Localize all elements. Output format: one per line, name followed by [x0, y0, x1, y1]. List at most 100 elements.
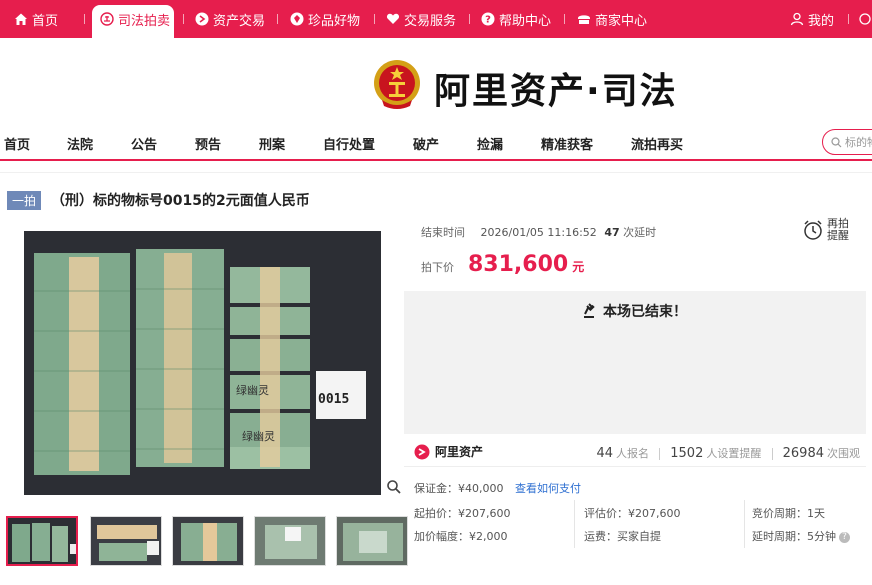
nav-home-label: 首页: [32, 13, 59, 29]
court-icon: [100, 12, 114, 26]
subnav-item-relist[interactable]: 流拍再买: [631, 134, 683, 153]
relist-remind-button[interactable]: 再拍 提醒: [802, 218, 849, 242]
main-photo[interactable]: 0015 绿幽灵 绿幽灵: [6, 229, 404, 497]
seller-brand[interactable]: 阿里资产: [414, 443, 483, 460]
start-price: 起拍价：¥207,600: [414, 507, 511, 520]
thumbnail-5[interactable]: [336, 516, 408, 566]
photo-note-2: 绿幽灵: [242, 429, 275, 443]
signup-count: 44: [596, 446, 613, 461]
stat-counters: 44 人报名 1502 人设置提醒 26984 次围观: [596, 445, 860, 461]
alarm-clock-icon: [804, 220, 822, 240]
end-time-value: 2026/01/05 11:16:52: [480, 226, 597, 239]
heart-icon: [386, 13, 400, 24]
thumbnail-image: [337, 517, 407, 565]
end-time-label: 结束时间: [421, 226, 465, 239]
thumbnail-image: [91, 517, 161, 565]
asset-icon: [195, 12, 209, 26]
divider: [0, 172, 872, 173]
listing-title-row: 一拍 （刑）标的物标号0015的2元面值人民币: [7, 190, 310, 210]
payment-help-link[interactable]: 查看如何支付: [515, 482, 581, 495]
nav-more-icon[interactable]: [858, 0, 872, 38]
stats-row: 阿里资产 44 人报名 1502 人设置提醒 26984 次围观: [404, 437, 866, 467]
thumbnail-4[interactable]: [254, 516, 326, 566]
search-input[interactable]: 标的物: [822, 129, 872, 155]
nav-service[interactable]: 交易服务: [386, 0, 456, 38]
nav-my-account[interactable]: 我的: [790, 0, 834, 38]
court-emblem-icon: [374, 60, 420, 109]
help-icon: ?: [481, 12, 495, 26]
nav-my-label: 我的: [808, 13, 835, 29]
gem-icon: [290, 12, 304, 26]
subnav-item-bargain[interactable]: 捡漏: [477, 134, 503, 153]
nav-service-label: 交易服务: [404, 13, 457, 29]
column-divider: [574, 500, 575, 548]
banknote-photo: 0015 绿幽灵 绿幽灵: [24, 231, 381, 495]
nav-asset-label: 资产交易: [213, 13, 266, 29]
delay-cycle: 延时周期：5分钟: [752, 530, 836, 543]
search-placeholder: 标的物: [845, 136, 872, 149]
subnav-item-court[interactable]: 法院: [67, 134, 93, 153]
view-count: 26984: [782, 446, 824, 461]
final-price: 831,600: [468, 252, 569, 277]
ali-asset-logo-icon: [414, 444, 430, 459]
subnav-item-notice[interactable]: 公告: [131, 134, 157, 153]
delay-count: 47: [604, 226, 620, 239]
subnav-item-home[interactable]: 首页: [4, 134, 30, 153]
nav-separator: [183, 14, 184, 24]
subnav-item-customer[interactable]: 精准获客: [541, 134, 593, 153]
nav-separator: [848, 14, 849, 24]
thumbnail-1[interactable]: [6, 516, 78, 566]
thumbnail-image: [8, 518, 76, 564]
merchant-icon: [578, 15, 590, 24]
thumbnail-2[interactable]: [90, 516, 162, 566]
zoom-icon[interactable]: [386, 479, 402, 495]
nav-separator: [374, 14, 375, 24]
deposit-row: 保证金：¥40,000 查看如何支付: [414, 480, 581, 496]
listing-title: （刑）标的物标号0015的2元面值人民币: [51, 193, 310, 209]
nav-help-label: 帮助中心: [499, 13, 552, 29]
final-price-row: 拍下价 831,600 元: [421, 252, 584, 277]
photo-card-number: 0015: [318, 392, 349, 407]
deposit-value: 保证金：¥40,000: [414, 482, 504, 495]
subnav-item-bankruptcy[interactable]: 破产: [413, 134, 439, 153]
search-icon: [831, 136, 842, 147]
photo-note-1: 绿幽灵: [236, 383, 269, 397]
site-logo-text[interactable]: 阿里资产·司法: [434, 62, 678, 114]
view-label: 次围观: [827, 447, 860, 460]
price-label: 拍下价: [421, 261, 454, 274]
remind-line-2: 提醒: [827, 229, 849, 242]
nav-merchant[interactable]: 商家中心: [577, 0, 647, 38]
thumbnail-3[interactable]: [172, 516, 244, 566]
auction-ended-message: 本场已结束！: [582, 301, 687, 321]
delay-cycle-row: 延时周期：5分钟?: [752, 528, 850, 544]
user-icon: [790, 12, 804, 26]
thumbnail-image: [255, 517, 325, 565]
nav-asset[interactable]: 资产交易: [195, 0, 265, 38]
nav-judicial-label: 司法拍卖: [118, 13, 171, 29]
column-divider: [744, 500, 745, 548]
banknote-illustration: 0015 绿幽灵 绿幽灵: [24, 231, 381, 495]
nav-tab-judicial-active[interactable]: 司法拍卖: [92, 5, 174, 38]
subnav-item-criminal[interactable]: 刑案: [259, 134, 285, 153]
nav-judicial[interactable]: 司法拍卖: [100, 0, 170, 38]
auction-round-badge: 一拍: [7, 190, 42, 210]
subnav-item-preview[interactable]: 预告: [195, 134, 221, 153]
svg-text:?: ?: [485, 15, 491, 26]
price-unit: 元: [572, 260, 585, 274]
appraisal-price: 评估价：¥207,600: [584, 507, 681, 520]
brand-name: 阿里资产: [435, 445, 484, 459]
signup-label: 人报名: [615, 447, 649, 460]
nav-separator: [564, 14, 565, 24]
bid-cycle: 竞价周期：1天: [752, 507, 825, 520]
nav-home[interactable]: 首页: [14, 0, 58, 38]
nav-merchant-label: 商家中心: [595, 13, 648, 29]
subnav-item-self-disposal[interactable]: 自行处置: [323, 134, 375, 153]
nav-separator: [277, 14, 278, 24]
nav-gems[interactable]: 珍品好物: [290, 0, 360, 38]
nav-separator: [469, 14, 470, 24]
secondary-nav: 首页 法院 公告 预告 刑案 自行处置 破产 捡漏 精准获客 流拍再买 标的物: [0, 125, 872, 161]
help-icon[interactable]: ?: [839, 531, 850, 543]
auction-ended-panel: 本场已结束！: [404, 291, 866, 434]
nav-help[interactable]: ? 帮助中心: [481, 0, 551, 38]
top-nav-bar: 首页 司法拍卖 资产交易 珍品好物 交易服务 ? 帮助中心 商家中心 我的: [0, 0, 872, 38]
